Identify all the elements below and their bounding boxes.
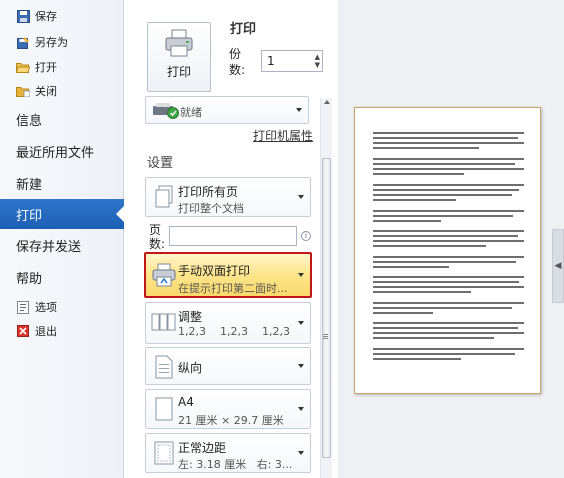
preview-text-block xyxy=(373,256,524,271)
exit-icon xyxy=(16,324,30,338)
scroll-up-icon[interactable] xyxy=(324,100,330,104)
orientation-dropdown[interactable]: 纵向 xyxy=(145,347,311,385)
print-title: 打印 xyxy=(230,22,257,37)
chevron-down-icon xyxy=(296,108,302,112)
preview-text-block xyxy=(373,302,524,317)
portrait-icon xyxy=(151,353,177,381)
save-icon xyxy=(16,9,30,23)
copies-label: 份数: xyxy=(229,47,246,77)
print-range-title: 打印所有页 xyxy=(178,185,239,199)
nav-exit[interactable]: 退出 xyxy=(0,320,124,342)
preview-text-block xyxy=(373,276,524,296)
nav-print[interactable]: 打印 xyxy=(0,199,125,229)
chevron-down-icon xyxy=(298,195,304,199)
chevron-down-icon xyxy=(298,364,304,368)
pages-label: 页数: xyxy=(149,223,166,251)
preview-text-block xyxy=(373,184,524,204)
printer-ready-icon xyxy=(152,101,180,122)
stepper-arrows-icon[interactable]: ▲ ▼ xyxy=(315,53,320,69)
preview-text-block xyxy=(373,348,524,363)
chevron-down-icon xyxy=(298,407,304,411)
chevron-down-icon xyxy=(298,451,304,455)
preview-text-block xyxy=(373,230,524,250)
collate-dropdown[interactable]: 调整 1,2,3 1,2,3 1,2,3 xyxy=(145,302,311,344)
print-preview-area: ◀ xyxy=(338,0,564,478)
pages-icon xyxy=(151,183,177,211)
margins-title: 正常边距 xyxy=(178,441,227,455)
printer-dropdown[interactable]: 就绪 xyxy=(145,96,309,124)
preview-text-block xyxy=(373,210,524,225)
collate-title: 调整 xyxy=(178,310,203,324)
nav-new[interactable]: 新建 xyxy=(0,168,124,198)
orientation-title: 纵向 xyxy=(178,361,203,375)
paper-size-dropdown[interactable]: A4 21 厘米 × 29.7 厘米 xyxy=(145,389,311,429)
duplex-printer-icon xyxy=(151,261,177,289)
next-page-icon[interactable]: ◀ xyxy=(552,229,564,303)
collate-icon xyxy=(151,308,177,336)
printer-icon xyxy=(165,29,193,57)
close-folder-icon xyxy=(16,84,30,98)
settings-scrollbar[interactable] xyxy=(320,98,332,478)
pages-input[interactable] xyxy=(169,226,297,246)
scrollbar-thumb[interactable] xyxy=(322,158,331,458)
nav-help[interactable]: 帮助 xyxy=(0,262,124,292)
nav-save[interactable]: 保存 xyxy=(0,5,124,27)
nav-save-send[interactable]: 保存并发送 xyxy=(0,230,124,260)
printer-status: 就绪 xyxy=(180,106,202,119)
nav-close[interactable]: 关闭 xyxy=(0,80,124,102)
save-as-icon xyxy=(16,35,30,49)
printer-properties-link[interactable]: 打印机属性 xyxy=(253,127,313,144)
open-folder-icon xyxy=(16,60,30,74)
options-icon xyxy=(16,300,30,314)
duplex-title: 手动双面打印 xyxy=(178,264,251,278)
collate-subtitle: 1,2,3 1,2,3 1,2,3 xyxy=(178,325,290,338)
print-range-subtitle: 打印整个文档 xyxy=(178,202,244,215)
paper-size-title: A4 xyxy=(178,395,194,409)
chevron-down-icon xyxy=(298,321,304,325)
margins-dropdown[interactable]: 正常边距 左: 3.18 厘米 右: 3... xyxy=(145,433,311,473)
nav-recent[interactable]: 最近所用文件 xyxy=(0,136,124,166)
nav-info[interactable]: 信息 xyxy=(0,104,124,134)
chevron-down-icon xyxy=(298,273,304,277)
preview-text-block xyxy=(373,322,524,342)
print-button[interactable]: 打印 xyxy=(147,22,211,92)
paper-size-icon xyxy=(151,395,177,423)
preview-text-block xyxy=(373,132,524,152)
preview-page xyxy=(354,107,541,394)
backstage-nav: 保存 另存为 打开 关闭 信息 最近所用文件 新建 打印 保存并发送 帮助 选项… xyxy=(0,0,125,478)
print-range-dropdown[interactable]: 打印所有页 打印整个文档 xyxy=(145,177,311,217)
nav-save-as[interactable]: 另存为 xyxy=(0,31,124,53)
paper-size-subtitle: 21 厘米 × 29.7 厘米 xyxy=(178,414,284,427)
nav-open[interactable]: 打开 xyxy=(0,56,124,78)
print-settings-panel: 打印 打印 份数: 1 ▲ ▼ 就绪 打印机属性 设置 打印所有页 打印整个文档 … xyxy=(125,0,337,478)
preview-text-block xyxy=(373,158,524,178)
scroll-grip-icon xyxy=(323,334,328,335)
duplex-subtitle: 在提示打印第二面时... xyxy=(178,282,288,295)
copies-stepper[interactable]: 1 ▲ ▼ xyxy=(261,50,323,72)
copies-value: 1 xyxy=(267,54,275,68)
duplex-dropdown[interactable]: 手动双面打印 在提示打印第二面时... xyxy=(144,252,312,298)
margins-icon xyxy=(151,439,177,467)
margins-subtitle: 左: 3.18 厘米 右: 3... xyxy=(178,458,293,471)
nav-options[interactable]: 选项 xyxy=(0,296,124,318)
info-icon[interactable]: i xyxy=(301,231,311,241)
settings-title: 设置 xyxy=(147,156,174,171)
